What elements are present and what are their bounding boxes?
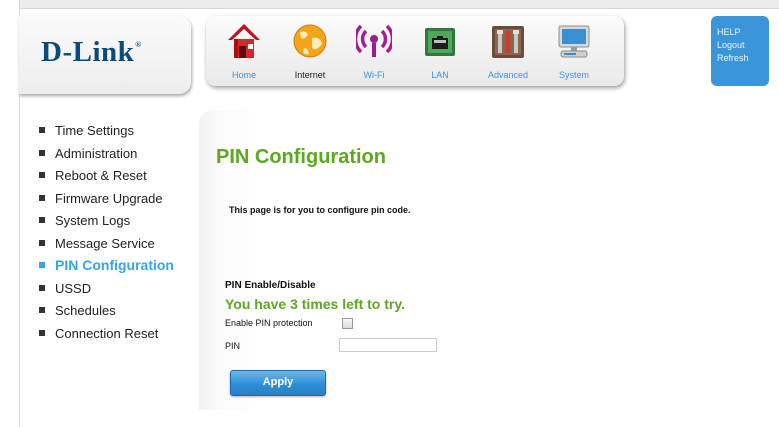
bullet-icon [39, 262, 45, 268]
globe-icon [293, 24, 327, 58]
bullet-icon [39, 284, 45, 291]
sidebar-item-ussd[interactable]: USSD [38, 280, 198, 303]
bullet-icon [39, 194, 45, 201]
nav-lan[interactable]: LAN [412, 20, 468, 84]
sidebar-item-connection-reset[interactable]: Connection Reset [38, 325, 198, 348]
sidebar-item-label: PIN Configuration [55, 257, 174, 273]
home-icon [228, 24, 260, 58]
nav-home-label: Home [231, 70, 256, 80]
bullet-icon [39, 127, 45, 133]
sidebar-item-label: Administration [55, 145, 138, 161]
nav-internet[interactable]: Internet [282, 20, 338, 84]
nav-system-label: System [558, 70, 589, 80]
sidebar-item-label: System Logs [55, 213, 131, 228]
pin-input[interactable] [339, 338, 437, 352]
bullet-icon [39, 239, 45, 246]
sidebar-item-time-settings[interactable]: Time Settings [38, 122, 198, 145]
computer-icon [558, 25, 590, 58]
help-panel: HELP Logout Refresh [711, 16, 769, 86]
help-link[interactable]: HELP [717, 26, 769, 39]
nav-wifi[interactable]: Wi-Fi [346, 20, 402, 84]
bullet-icon [39, 307, 45, 313]
logo-text: D-Link [41, 36, 135, 68]
sidebar-item-label: Schedules [55, 303, 116, 318]
top-frame-bar [19, 0, 779, 9]
logout-link[interactable]: Logout [717, 39, 769, 52]
page-description: This page is for you to configure pin co… [229, 205, 411, 215]
content-panel: PIN Configuration This page is for you t… [199, 110, 779, 410]
sidebar-item-message-service[interactable]: Message Service [38, 235, 198, 258]
bullet-icon [39, 172, 45, 178]
nav-advanced-label: Advanced [487, 70, 529, 80]
page-title: PIN Configuration [216, 146, 386, 168]
nav-advanced[interactable]: Advanced [480, 20, 536, 84]
refresh-link[interactable]: Refresh [717, 52, 769, 65]
nav-wifi-label: Wi-Fi [363, 70, 385, 80]
sidebar-item-label: Firmware Upgrade [55, 190, 163, 206]
logo-registered-mark: ® [135, 40, 142, 49]
sidebar-item-label: Reboot & Reset [55, 168, 147, 183]
main-nav-bar: Home Internet Wi-Fi LAN Advanced System [206, 16, 624, 86]
section-title: PIN Enable/Disable [225, 280, 316, 291]
sidebar-item-firmware-upgrade[interactable]: Firmware Upgrade [38, 190, 198, 213]
pin-label: PIN [225, 341, 241, 351]
tries-remaining-message: You have 3 times left to try. [225, 296, 405, 312]
bullet-icon [39, 329, 45, 336]
sidebar-item-label: Connection Reset [55, 325, 159, 341]
enable-pin-checkbox[interactable] [342, 318, 353, 329]
nav-internet-label: Internet [294, 70, 326, 80]
lan-port-icon [425, 28, 455, 56]
apply-button[interactable]: Apply [230, 370, 326, 396]
sidebar-item-schedules[interactable]: Schedules [38, 302, 198, 325]
bullet-icon [39, 217, 45, 223]
sidebar-menu: Time Settings Administration Reboot & Re… [38, 122, 198, 347]
sidebar-item-pin-configuration[interactable]: PIN Configuration [38, 257, 198, 280]
dlink-logo: D-Link® [41, 36, 142, 69]
sidebar-item-label: Time Settings [55, 123, 134, 138]
sidebar-item-label: Message Service [55, 235, 155, 251]
sidebar-item-label: USSD [55, 280, 92, 296]
sidebar-item-reboot-reset[interactable]: Reboot & Reset [38, 167, 198, 190]
bullet-icon [39, 149, 45, 156]
enable-pin-label: Enable PIN protection [225, 318, 313, 328]
logo-box: D-Link® [19, 16, 191, 94]
nav-lan-label: LAN [431, 70, 449, 80]
nav-home[interactable]: Home [216, 20, 272, 84]
wifi-icon [356, 24, 392, 57]
tools-icon [492, 26, 524, 58]
sidebar-item-system-logs[interactable]: System Logs [38, 212, 198, 235]
sidebar-item-administration[interactable]: Administration [38, 145, 198, 168]
nav-system[interactable]: System [546, 20, 602, 84]
